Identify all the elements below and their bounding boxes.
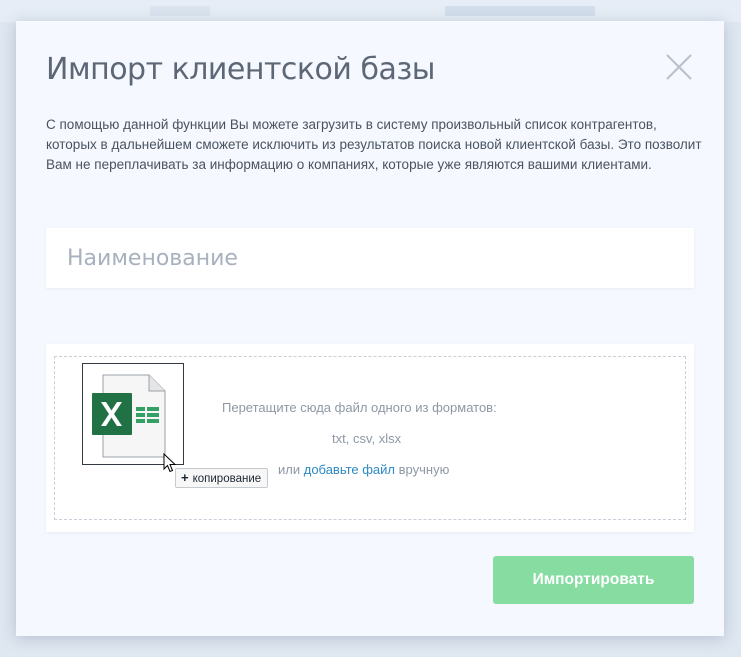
manual-text: вручную — [398, 462, 450, 477]
add-file-link[interactable]: добавьте файл — [304, 462, 395, 477]
close-button[interactable] — [664, 52, 694, 82]
modal-description: С помощью данной функции Вы можете загру… — [46, 117, 702, 172]
import-modal: Импорт клиентской базы С помощью данной … — [16, 21, 724, 636]
plus-icon: + — [181, 470, 189, 485]
drag-copy-label: копирование — [192, 473, 262, 485]
excel-file-icon — [92, 374, 166, 458]
or-text: или — [278, 462, 301, 477]
modal-title: Импорт клиентской базы — [46, 52, 435, 87]
mouse-cursor-icon — [163, 453, 177, 473]
background-tab-placeholder — [445, 6, 595, 16]
supported-formats-text: txt, csv, xlsx — [332, 431, 402, 446]
import-button[interactable]: Импортировать — [493, 556, 694, 604]
background-page — [0, 0, 741, 22]
company-name-input[interactable] — [46, 228, 694, 288]
dragged-file-preview[interactable] — [82, 363, 184, 465]
close-icon — [666, 54, 692, 80]
drag-copy-tooltip: + копирование — [175, 468, 269, 488]
drop-hint-text: Перетащите сюда файл одного из форматов: — [222, 400, 497, 415]
manual-upload-line: или добавьте файл вручную — [278, 462, 449, 477]
background-text-placeholder — [150, 6, 210, 16]
